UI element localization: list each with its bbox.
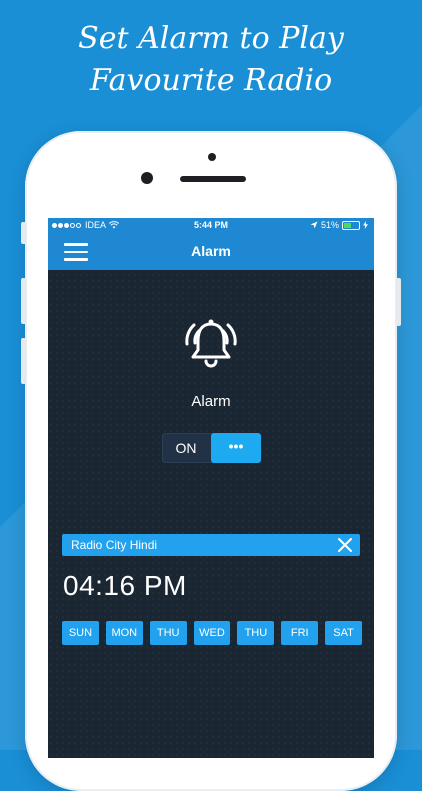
phone-sensor <box>208 153 216 161</box>
day-button-thu-2[interactable]: THU <box>237 621 275 645</box>
day-button-sun[interactable]: SUN <box>62 621 99 645</box>
day-button-sat[interactable]: SAT <box>325 621 363 645</box>
status-bar-right: 51% <box>310 220 368 230</box>
alarm-bell-icon <box>185 319 237 368</box>
alarm-label: Alarm <box>191 393 231 410</box>
day-button-fri[interactable]: FRI <box>281 621 319 645</box>
status-bar: IDEA 5:44 PM 51% <box>48 218 374 234</box>
day-button-mon[interactable]: MON <box>105 621 143 645</box>
page-title: Alarm <box>191 243 231 259</box>
headline-line-1: Set Alarm to Play <box>78 21 344 56</box>
phone-camera <box>141 172 153 184</box>
selected-station-bar[interactable]: Radio City Hindi <box>62 534 360 556</box>
phone-volume-down <box>21 338 26 384</box>
day-selector: SUN MON THU WED THU FRI SAT <box>62 621 363 645</box>
battery-icon <box>342 220 360 230</box>
battery-percent: 51% <box>320 220 339 230</box>
phone-speaker <box>180 176 246 182</box>
close-icon[interactable] <box>336 536 354 554</box>
promo-headline: Set Alarm to Play Favourite Radio <box>0 18 422 102</box>
toggle-knob[interactable]: ••• <box>211 433 261 463</box>
phone-volume-up <box>21 278 26 324</box>
phone-mute-switch <box>21 222 26 244</box>
alarm-toggle[interactable]: ON ••• <box>162 433 261 463</box>
nav-bar: Alarm <box>48 234 374 270</box>
charging-bolt-icon <box>363 221 368 229</box>
phone-power-button <box>396 278 401 326</box>
station-name: Radio City Hindi <box>71 538 158 552</box>
day-button-thu[interactable]: THU <box>149 621 187 645</box>
day-button-wed[interactable]: WED <box>193 621 231 645</box>
location-arrow-icon <box>310 221 318 229</box>
alarm-time[interactable]: 04:16 PM <box>63 570 187 602</box>
battery-fill <box>344 222 352 228</box>
toggle-on-label: ON <box>175 440 197 456</box>
headline-line-2: Favourite Radio <box>89 63 333 98</box>
app-screen: IDEA 5:44 PM 51% Alarm Alarm ON ••• Radi… <box>48 218 374 758</box>
